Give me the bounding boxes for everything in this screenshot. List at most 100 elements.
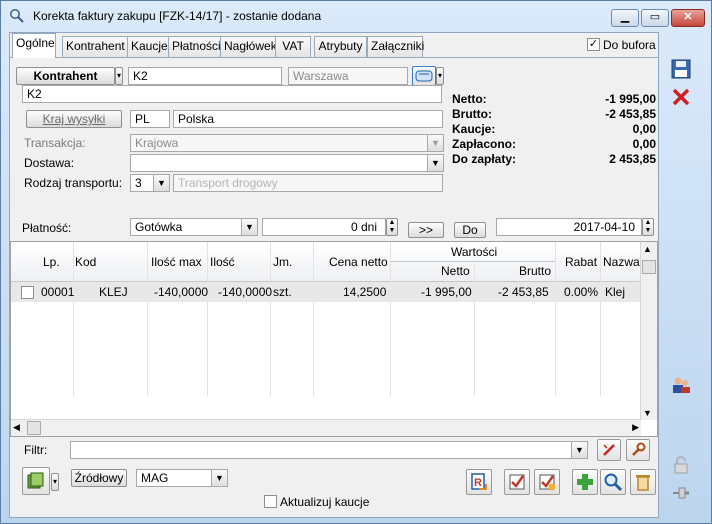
cell-ilosc-max: -140,0000 bbox=[154, 285, 209, 299]
contractor-button[interactable]: Kontrahent bbox=[16, 67, 115, 85]
general-tab-page: Kontrahent ▾ K2 Warszawa ▾ K2 Kraj wysył… bbox=[10, 57, 658, 267]
col-jm[interactable]: Jm. bbox=[273, 255, 292, 269]
cancel-icon[interactable] bbox=[669, 85, 693, 109]
add-icon[interactable] bbox=[572, 469, 598, 495]
update-deposits-label: Aktualizuj kaucje bbox=[280, 495, 370, 509]
check-star-icon[interactable] bbox=[534, 469, 560, 495]
payment-date-field[interactable]: 2017-04-10 bbox=[496, 218, 642, 236]
date-spinner[interactable]: ▲ ▼ bbox=[642, 218, 654, 236]
col-wartosci[interactable]: Wartości bbox=[451, 245, 497, 259]
do-button[interactable]: Do bbox=[454, 222, 486, 238]
tab-kontrahent[interactable]: Kontrahent bbox=[62, 36, 128, 57]
contractor-city-field[interactable]: Warszawa bbox=[288, 67, 408, 85]
tab-ogolne[interactable]: Ogólne bbox=[12, 33, 56, 58]
col-kod[interactable]: Kod bbox=[75, 255, 96, 269]
vertical-scrollbar[interactable]: ▲ ▼ bbox=[640, 242, 657, 420]
cell-nazwa: Klej bbox=[605, 285, 626, 299]
zaplacono-label: Zapłacono: bbox=[452, 137, 517, 151]
check-icon[interactable] bbox=[504, 469, 530, 495]
payment-method-value: Gotówka bbox=[135, 220, 183, 234]
tab-vat[interactable]: VAT bbox=[275, 36, 311, 57]
contractor-code-field[interactable]: K2 bbox=[128, 67, 282, 85]
cell-lp: 00001 bbox=[41, 285, 75, 299]
cell-ilosc: -140,0000 bbox=[218, 285, 273, 299]
update-deposits-checkbox[interactable] bbox=[264, 495, 277, 508]
svg-text:R: R bbox=[474, 477, 482, 489]
tab-naglowek[interactable]: Nagłówek bbox=[220, 36, 277, 57]
buffer-checkbox[interactable]: ✓ bbox=[587, 38, 600, 51]
payment-days-field[interactable]: 0 dni bbox=[262, 218, 386, 236]
col-ilosc[interactable]: Ilość bbox=[210, 255, 235, 269]
chevron-down-icon: ▼ bbox=[571, 442, 587, 458]
buffer-label: Do bufora bbox=[603, 38, 656, 52]
transport-code-select[interactable]: 3 ▼ bbox=[130, 174, 170, 192]
chevron-down-icon: ▼ bbox=[427, 135, 443, 151]
magnifier-icon[interactable] bbox=[600, 469, 626, 495]
filter-input[interactable]: ▼ bbox=[70, 441, 588, 459]
col-brutto[interactable]: Brutto bbox=[519, 264, 551, 278]
country-name-field[interactable]: Polska bbox=[173, 110, 443, 128]
delivery-label: Dostawa: bbox=[24, 156, 75, 170]
chevron-down-icon: ▼ bbox=[241, 219, 257, 235]
card-dropdown-button[interactable]: ▾ bbox=[436, 67, 444, 85]
document-icon[interactable]: R bbox=[466, 469, 492, 495]
payment-method-select[interactable]: Gotówka ▼ bbox=[130, 218, 258, 236]
close-button[interactable]: ✕ bbox=[671, 9, 705, 27]
form-client-area: Ogólne Kontrahent Kaucje Płatności Nagłó… bbox=[9, 32, 659, 518]
tab-atrybuty[interactable]: Atrybuty bbox=[314, 36, 367, 57]
tab-zalaczniki[interactable]: Załączniki bbox=[367, 36, 424, 57]
brutto-label: Brutto: bbox=[452, 107, 492, 121]
warehouse-select[interactable]: MAG ▼ bbox=[136, 469, 228, 487]
filter-clear-icon[interactable] bbox=[597, 439, 621, 461]
chevron-down-icon: ▼ bbox=[153, 175, 169, 191]
horizontal-scroll-thumb[interactable] bbox=[27, 421, 41, 435]
kaucje-value: 0,00 bbox=[632, 122, 656, 136]
days-spinner[interactable]: ▲ ▼ bbox=[386, 218, 398, 236]
maximize-button[interactable]: ▭ bbox=[641, 9, 669, 27]
cell-jm: szt. bbox=[273, 285, 292, 299]
transaction-select[interactable]: Krajowa ▼ bbox=[130, 134, 444, 152]
do-zaplaty-value: 2 453,85 bbox=[609, 152, 656, 166]
title-bar: Korekta faktury zakupu [FZK-14/17] - zos… bbox=[1, 1, 711, 31]
chevron-down-icon: ▼ bbox=[211, 470, 227, 486]
horizontal-scrollbar[interactable]: ◀ ▶ bbox=[11, 419, 641, 436]
arrow-button[interactable]: >> bbox=[408, 222, 444, 238]
lock-icon[interactable] bbox=[669, 453, 693, 477]
col-lp[interactable]: Lp. bbox=[43, 255, 60, 269]
save-icon[interactable] bbox=[669, 57, 693, 81]
tab-kaucje[interactable]: Kaucje bbox=[127, 36, 169, 57]
row-checkbox[interactable] bbox=[21, 286, 34, 299]
payment-label: Płatność: bbox=[22, 221, 72, 235]
col-cena-netto[interactable]: Cena netto bbox=[329, 255, 388, 269]
trash-icon[interactable] bbox=[630, 469, 656, 495]
netto-value: -1 995,00 bbox=[605, 92, 656, 106]
col-nazwa[interactable]: Nazwa bbox=[603, 255, 640, 269]
kaucje-label: Kaucje: bbox=[452, 122, 496, 136]
cell-rabat: 0.00% bbox=[564, 285, 599, 299]
vertical-scroll-thumb[interactable] bbox=[642, 260, 656, 274]
people-icon[interactable] bbox=[669, 373, 693, 397]
calendar-icon[interactable] bbox=[412, 66, 436, 86]
tab-bar: Ogólne Kontrahent Kaucje Płatności Nagłó… bbox=[10, 33, 658, 58]
do-zaplaty-label: Do zapłaty: bbox=[452, 152, 517, 166]
shipping-country-button[interactable]: Kraj wysyłki bbox=[26, 110, 122, 128]
col-rabat[interactable]: Rabat bbox=[565, 255, 597, 269]
contractor-dropdown-button[interactable]: ▾ bbox=[115, 67, 123, 85]
main-window: Korekta faktury zakupu [FZK-14/17] - zos… bbox=[0, 0, 712, 524]
netto-label: Netto: bbox=[452, 92, 487, 106]
book-icon[interactable] bbox=[22, 467, 50, 495]
contractor-name-field[interactable]: K2 bbox=[22, 85, 442, 103]
minimize-button[interactable]: ▁ bbox=[611, 9, 639, 27]
col-netto[interactable]: Netto bbox=[441, 264, 470, 278]
bottom-toolbar: Filtr: ▼ ▾ Źródłowy MAG ▼ Aktualizuj kau… bbox=[10, 437, 658, 519]
col-ilosc-max[interactable]: Ilość max bbox=[151, 255, 202, 269]
delivery-select[interactable]: ▼ bbox=[130, 154, 444, 172]
source-button[interactable]: Źródłowy bbox=[71, 469, 127, 487]
country-code-field[interactable]: PL bbox=[130, 110, 170, 128]
pin-icon[interactable] bbox=[669, 481, 693, 505]
items-table[interactable]: Lp. Kod Ilość max Ilość Jm. Cena netto W… bbox=[10, 241, 658, 437]
wrench-icon[interactable] bbox=[626, 439, 650, 461]
tab-platnosci[interactable]: Płatności bbox=[168, 36, 221, 57]
table-row[interactable]: 00001 KLEJ -140,0000 -140,0000 szt. 14,2… bbox=[11, 282, 641, 302]
book-dropdown-button[interactable]: ▾ bbox=[51, 473, 59, 491]
